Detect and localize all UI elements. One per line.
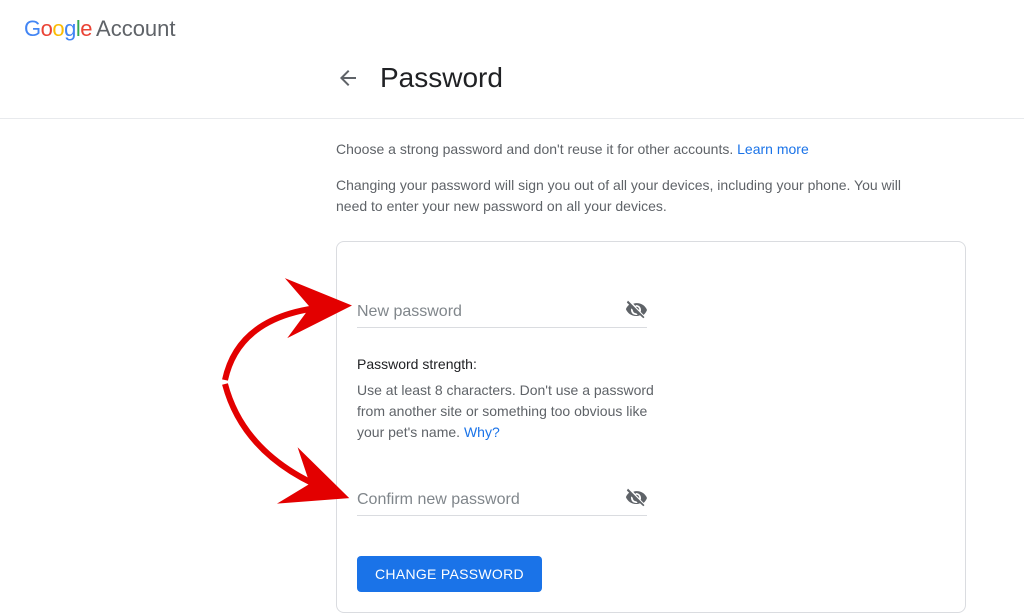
header: Google Account — [0, 0, 1024, 62]
password-strength-block: Password strength: Use at least 8 charac… — [357, 356, 657, 443]
title-bar: Password — [0, 62, 1024, 118]
confirm-password-row — [357, 485, 647, 516]
instruction-line-2: Changing your password will sign you out… — [336, 175, 936, 217]
instruction-line-1: Choose a strong password and don't reuse… — [336, 141, 984, 157]
confirm-password-input[interactable] — [357, 485, 647, 516]
google-logo: Google — [24, 16, 92, 42]
strength-body: Use at least 8 characters. Don't use a p… — [357, 382, 654, 440]
new-password-input[interactable] — [357, 297, 647, 328]
visibility-off-icon[interactable] — [625, 299, 647, 321]
strength-title: Password strength: — [357, 356, 657, 372]
visibility-off-icon[interactable] — [625, 487, 647, 509]
password-card: Password strength: Use at least 8 charac… — [336, 241, 966, 613]
page-title: Password — [380, 62, 503, 94]
change-password-button[interactable]: Change Password — [357, 556, 542, 592]
why-link[interactable]: Why? — [464, 424, 500, 440]
strength-text: Use at least 8 characters. Don't use a p… — [357, 380, 657, 443]
new-password-row — [357, 297, 647, 328]
back-arrow-icon[interactable] — [336, 66, 360, 90]
instruction-1-text: Choose a strong password and don't reuse… — [336, 141, 737, 157]
content-area: Choose a strong password and don't reuse… — [0, 119, 1024, 613]
account-label: Account — [96, 16, 176, 42]
learn-more-link[interactable]: Learn more — [737, 141, 809, 157]
